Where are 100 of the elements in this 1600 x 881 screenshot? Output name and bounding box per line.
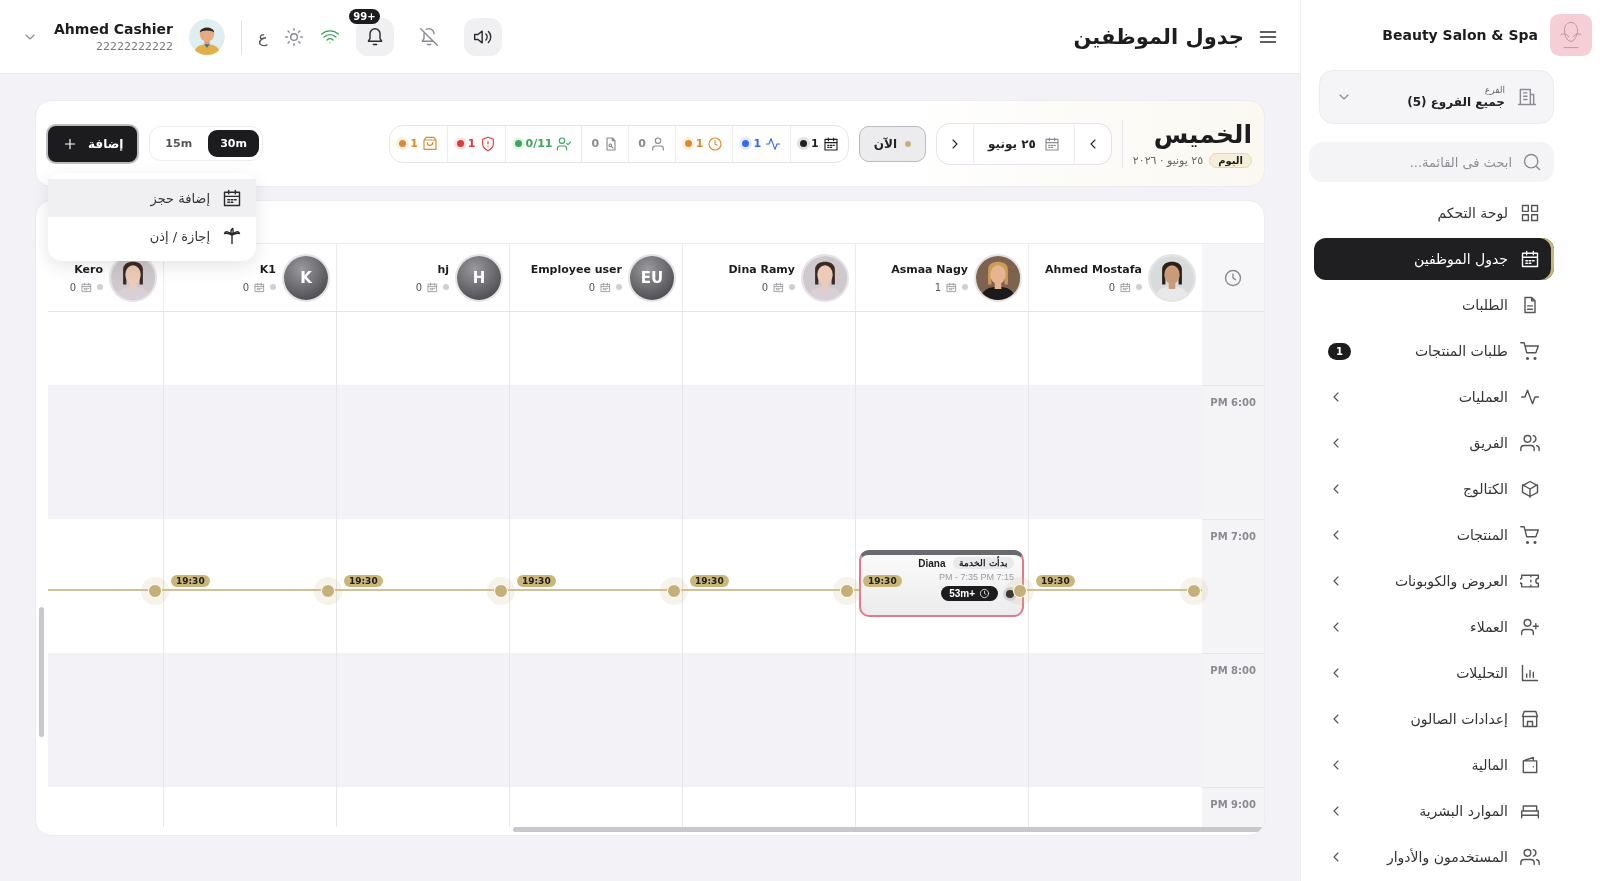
calendar-icon bbox=[254, 281, 265, 293]
calendar-icon bbox=[1120, 281, 1131, 293]
scrollbar[interactable] bbox=[513, 827, 1263, 832]
booking-count: 0 bbox=[415, 281, 422, 293]
now-button[interactable]: الآن bbox=[858, 125, 927, 162]
employee-name: Employee user bbox=[530, 262, 622, 276]
employee-name: Ahmed Mostafa bbox=[1045, 262, 1142, 276]
sun-icon[interactable] bbox=[283, 26, 304, 47]
employee-name: Dina Ramy bbox=[728, 262, 795, 276]
appointment-time: PM - 7:35 PM 7:15 bbox=[938, 572, 1014, 582]
speaker-button[interactable] bbox=[463, 17, 502, 56]
timeline-dot bbox=[148, 584, 162, 598]
nav-item[interactable]: المستخدمون والأدوار bbox=[1314, 836, 1554, 878]
timeline-dot bbox=[1187, 584, 1201, 598]
search-field[interactable]: ابحث فى القائمة... bbox=[1309, 142, 1554, 182]
booking-count: 0 bbox=[761, 281, 768, 293]
today-badge: اليوم bbox=[1209, 152, 1252, 168]
date-picker[interactable]: ٢٥ يونيو bbox=[973, 124, 1075, 163]
calendar-icon bbox=[946, 281, 957, 293]
search-icon bbox=[1522, 152, 1542, 172]
time-label: PM 8:00 bbox=[1210, 665, 1257, 676]
nav-item[interactable]: الكتالوج bbox=[1314, 468, 1554, 510]
nav-item[interactable]: العمليات bbox=[1314, 376, 1554, 418]
logo-icon bbox=[1550, 14, 1592, 56]
time-pill: 19:30 bbox=[690, 575, 729, 587]
nav-item[interactable]: الطلبات bbox=[1314, 284, 1554, 326]
menu-item[interactable]: إضافة حجز bbox=[48, 179, 256, 217]
building-icon bbox=[1517, 87, 1537, 107]
timeline-dot bbox=[321, 584, 335, 598]
store-icon bbox=[1520, 709, 1540, 729]
status-dot bbox=[270, 284, 276, 290]
time-pill: 19:30 bbox=[1036, 575, 1075, 587]
avatar-initials: H bbox=[457, 255, 501, 300]
nav-item[interactable]: العروض والكوبونات bbox=[1314, 560, 1554, 602]
timeline-dot bbox=[494, 584, 508, 598]
user-name: Ahmed Cashier bbox=[54, 20, 173, 37]
person-icon bbox=[649, 135, 666, 152]
nav-item[interactable]: الفريق bbox=[1314, 422, 1554, 464]
status-dot bbox=[616, 284, 622, 290]
timeline-dot bbox=[667, 584, 681, 598]
notification-badge: +99 bbox=[349, 8, 380, 24]
employee-name: hj bbox=[437, 262, 449, 276]
branch-value: جميع الفروع (5) bbox=[1407, 95, 1505, 109]
employee-name: K1 bbox=[259, 262, 276, 276]
nav-item[interactable]: المالية bbox=[1314, 744, 1554, 786]
nav-item[interactable]: جدول الموظفين bbox=[1314, 238, 1554, 280]
time-label: PM 7:00 bbox=[1210, 531, 1257, 542]
language-button[interactable]: ع bbox=[258, 27, 268, 46]
add-button[interactable]: إضافة bbox=[46, 123, 140, 164]
cart-icon bbox=[1520, 525, 1540, 545]
time-pill: 19:30 bbox=[517, 575, 556, 587]
interval-tab[interactable]: 30m bbox=[208, 130, 259, 157]
clock-icon bbox=[707, 135, 724, 152]
branch-selector[interactable]: الفرع جميع الفروع (5) bbox=[1319, 70, 1554, 124]
people-icon bbox=[1520, 433, 1540, 453]
scrollbar[interactable] bbox=[39, 607, 44, 737]
status-dot bbox=[962, 284, 968, 290]
time-pill: 19:30 bbox=[863, 575, 902, 587]
employee-name: Kero bbox=[74, 262, 103, 276]
calendar-icon bbox=[600, 281, 611, 293]
stat-value: 0/11 bbox=[525, 137, 553, 150]
branch-label: الفرع bbox=[1484, 85, 1505, 95]
time-pill: 19:30 bbox=[344, 575, 383, 587]
date-text: ٢٥ يونيو · ٢٠٢٦ bbox=[1132, 153, 1204, 167]
calendar-icon bbox=[222, 188, 242, 208]
status-dot bbox=[443, 284, 449, 290]
menu-item[interactable]: إجازة / إذن bbox=[48, 217, 256, 255]
count-badge: 1 bbox=[1328, 342, 1351, 360]
avatar-initials: EU bbox=[630, 255, 674, 300]
timeline-dot bbox=[1013, 584, 1027, 598]
nav-item[interactable]: المنتجات bbox=[1314, 514, 1554, 556]
clock-icon bbox=[979, 588, 990, 599]
brand-name: Beauty Salon & Spa bbox=[1382, 27, 1538, 43]
nav-item[interactable]: لوحة التحكم bbox=[1314, 192, 1554, 234]
booking-count: 0 bbox=[242, 281, 249, 293]
status-dot bbox=[1136, 284, 1142, 290]
bar-chart-icon bbox=[1520, 663, 1540, 683]
timeline-dot bbox=[840, 584, 854, 598]
clock-icon bbox=[1223, 267, 1243, 288]
calendar-icon bbox=[1043, 135, 1060, 152]
booking-count: 0 bbox=[588, 281, 595, 293]
calendar-icon bbox=[427, 281, 438, 293]
avatar-initials: K bbox=[284, 255, 328, 300]
bag-icon bbox=[421, 135, 438, 152]
status-dot bbox=[1006, 589, 1014, 598]
nav-item[interactable]: إعدادات الصالون bbox=[1314, 698, 1554, 740]
ticket-icon bbox=[1520, 571, 1540, 591]
nav-item[interactable]: التحليلات bbox=[1314, 652, 1554, 694]
calendar-icon bbox=[1520, 249, 1540, 269]
wallet-icon bbox=[1520, 755, 1540, 775]
stat-value: 1 bbox=[467, 137, 476, 150]
nav-item[interactable]: العملاء bbox=[1314, 606, 1554, 648]
pulse-icon bbox=[765, 135, 782, 152]
stat-value: 0 bbox=[638, 137, 646, 150]
client-name: Diana bbox=[918, 557, 946, 569]
nav-item[interactable]: الموارد البشرية bbox=[1314, 790, 1554, 832]
person-check-icon bbox=[556, 135, 573, 152]
calendar-icon bbox=[822, 135, 839, 152]
bell-off-icon bbox=[418, 26, 439, 47]
interval-tab[interactable]: 15m bbox=[153, 130, 205, 157]
